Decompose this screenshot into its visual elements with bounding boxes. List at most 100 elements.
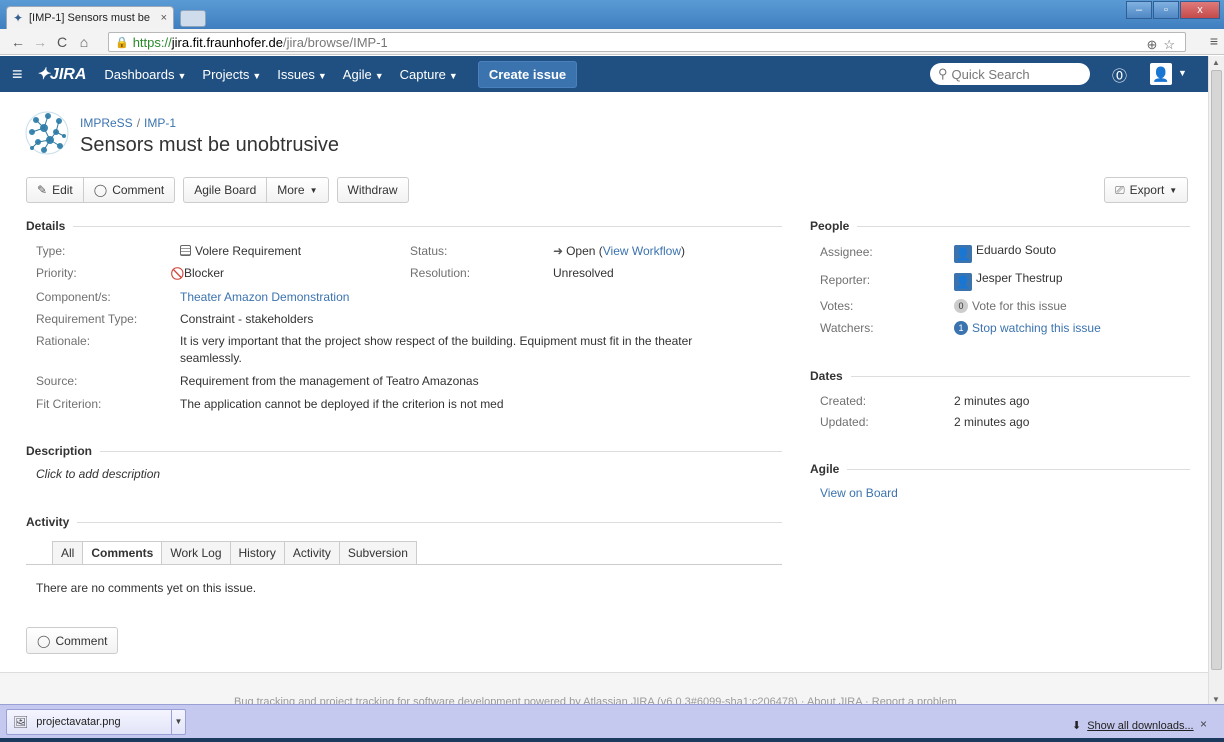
window-controls: – ▫ x xyxy=(1125,1,1220,19)
tab-subversion[interactable]: Subversion xyxy=(338,541,417,565)
add-comment-button[interactable]: ◯ Comment xyxy=(26,627,119,654)
maximize-button[interactable]: ▫ xyxy=(1153,1,1179,19)
tab-activity[interactable]: Activity xyxy=(283,541,339,565)
updated-value: 2 minutes ago xyxy=(954,415,1030,429)
source-label: Source: xyxy=(36,374,78,388)
show-all-downloads-link[interactable]: ⬇ Show all downloads... xyxy=(1072,719,1194,732)
chevron-down-icon: ▼ xyxy=(374,70,384,81)
zoom-icon[interactable]: ⊕ xyxy=(1146,37,1157,53)
pencil-icon: ✎ xyxy=(37,183,48,197)
jira-logo[interactable]: ✦JIRA xyxy=(37,64,87,84)
tab-all[interactable]: All xyxy=(52,541,83,565)
chevron-down-icon: ▼ xyxy=(177,70,187,81)
nav-dashboards[interactable]: Dashboards ▼ xyxy=(104,67,186,82)
speech-bubble-icon: ◯ xyxy=(37,633,51,648)
breadcrumb-issue-key[interactable]: IMP-1 xyxy=(144,116,176,130)
edit-comment-group: ✎ Edit ◯ Comment xyxy=(26,177,176,203)
open-status-icon: ➜ xyxy=(553,244,564,258)
chevron-down-icon: ▼ xyxy=(1169,185,1178,195)
nav-capture[interactable]: Capture ▼ xyxy=(400,67,458,82)
create-issue-button[interactable]: Create issue xyxy=(477,60,578,88)
close-window-button[interactable]: x xyxy=(1180,1,1220,19)
back-arrow-icon[interactable]: ← xyxy=(8,34,28,50)
speech-bubble-icon: ◯ xyxy=(93,183,108,197)
browser-tab[interactable]: ✦ [IMP-1] Sensors must be × xyxy=(6,6,174,29)
jira-favicon-icon: ✦ xyxy=(13,11,24,25)
edit-button[interactable]: ✎ Edit xyxy=(26,177,83,203)
details-heading: Details xyxy=(26,219,782,233)
withdraw-button[interactable]: Withdraw xyxy=(336,177,409,203)
agile-more-group: Agile Board More ▼ xyxy=(183,177,329,203)
chevron-down-icon: ▼ xyxy=(252,70,262,81)
type-value: Volere Requirement xyxy=(180,244,301,258)
view-workflow-link[interactable]: View Workflow xyxy=(603,244,681,258)
scroll-up-arrow-icon[interactable]: ▲ xyxy=(1212,58,1220,67)
nav-agile[interactable]: Agile ▼ xyxy=(343,67,384,82)
chevron-down-icon[interactable]: ▼ xyxy=(1178,68,1187,78)
breadcrumb-project-link[interactable]: IMPReSS xyxy=(80,116,133,130)
votes-count-badge: 0 xyxy=(954,299,968,313)
user-avatar[interactable]: 👤 xyxy=(1150,63,1172,85)
quick-search-input[interactable]: ⚲ Quick Search xyxy=(930,63,1090,85)
component-link[interactable]: Theater Amazon Demonstration xyxy=(180,290,349,304)
url-host: jira.fit.fraunhofer.de xyxy=(171,34,284,50)
nav-issues[interactable]: Issues ▼ xyxy=(277,67,327,82)
lock-icon: 🔒 xyxy=(115,36,129,49)
fit-criterion-label: Fit Criterion: xyxy=(36,397,102,411)
resolution-label: Resolution: xyxy=(410,266,471,280)
os-taskbar xyxy=(0,738,1224,742)
scroll-thumb[interactable] xyxy=(1211,70,1222,670)
export-button[interactable]: ⎚ Export ▼ xyxy=(1104,177,1189,203)
project-avatar[interactable] xyxy=(24,110,70,156)
quick-search-placeholder: Quick Search xyxy=(951,66,1030,82)
omnibox-icons: ⊕ ☆ xyxy=(1146,37,1175,53)
view-on-board-link[interactable]: View on Board xyxy=(820,486,898,500)
priority-value: ⃠Blocker xyxy=(184,266,225,280)
fit-criterion-value: The application cannot be deployed if th… xyxy=(180,397,504,411)
tab-comments[interactable]: Comments xyxy=(82,541,162,565)
comment-button[interactable]: ◯ Comment xyxy=(82,177,176,203)
download-item[interactable]: 🖼 projectavatar.png ▼ xyxy=(6,709,186,735)
type-label: Type: xyxy=(36,244,66,258)
tab-history[interactable]: History xyxy=(229,541,284,565)
assignee-value[interactable]: 👤 Eduardo Souto xyxy=(954,243,1056,263)
close-downloads-icon[interactable]: × xyxy=(1200,717,1207,731)
watchers-value[interactable]: 1 Stop watching this issue xyxy=(954,321,1101,335)
tab-work-log[interactable]: Work Log xyxy=(161,541,230,565)
forward-arrow-icon[interactable]: → xyxy=(30,34,50,50)
reporter-value[interactable]: 👤 Jesper Thestrup xyxy=(954,271,1063,291)
resolution-value: Unresolved xyxy=(553,266,614,280)
minimize-button[interactable]: – xyxy=(1126,1,1152,19)
help-icon[interactable]: ⓪ xyxy=(1112,65,1127,86)
description-placeholder[interactable]: Click to add description xyxy=(36,467,160,481)
app-switcher-icon[interactable]: ≡ xyxy=(12,64,23,85)
created-label: Created: xyxy=(820,394,867,408)
page-scrollbar[interactable]: ▲ ▼ xyxy=(1208,56,1224,706)
rationale-label: Rationale: xyxy=(36,334,91,348)
scroll-down-arrow-icon[interactable]: ▼ xyxy=(1212,695,1220,704)
downloads-bar: 🖼 projectavatar.png ▼ ⬇ Show all download… xyxy=(0,704,1224,742)
browser-toolbar: ← → C ⌂ 🔒 https:// jira.fit.fraunhofer.d… xyxy=(0,29,1224,55)
watchers-count-badge: 1 xyxy=(954,321,968,335)
home-icon[interactable]: ⌂ xyxy=(74,34,94,50)
agile-board-button[interactable]: Agile Board xyxy=(183,177,267,203)
description-heading: Description xyxy=(26,444,782,458)
tab-close-icon[interactable]: × xyxy=(161,12,167,24)
jira-header: ≡ ✦JIRA Dashboards ▼ Projects ▼ Issues ▼ Ag… xyxy=(0,56,1208,92)
votes-value[interactable]: 0 Vote for this issue xyxy=(954,299,1067,313)
nav-projects[interactable]: Projects ▼ xyxy=(202,67,261,82)
new-tab-button[interactable] xyxy=(180,10,206,27)
address-bar[interactable]: 🔒 https:// jira.fit.fraunhofer.de /jira/… xyxy=(108,32,1186,52)
requirement-icon xyxy=(180,245,191,256)
url-path: /jira/browse/IMP-1 xyxy=(283,34,388,50)
reload-icon[interactable]: C xyxy=(52,34,72,50)
browser-menu-icon[interactable]: ≡ xyxy=(1210,33,1218,49)
more-button[interactable]: More ▼ xyxy=(266,177,329,203)
star-icon[interactable]: ☆ xyxy=(1163,37,1175,53)
chevron-down-icon[interactable]: ▼ xyxy=(171,710,185,734)
breadcrumb-separator: / xyxy=(136,116,141,130)
watchers-label: Watchers: xyxy=(820,321,874,335)
issue-title[interactable]: Sensors must be unobtrusive xyxy=(80,134,339,157)
tabs-divider xyxy=(26,564,782,565)
dates-heading: Dates xyxy=(810,369,1190,383)
